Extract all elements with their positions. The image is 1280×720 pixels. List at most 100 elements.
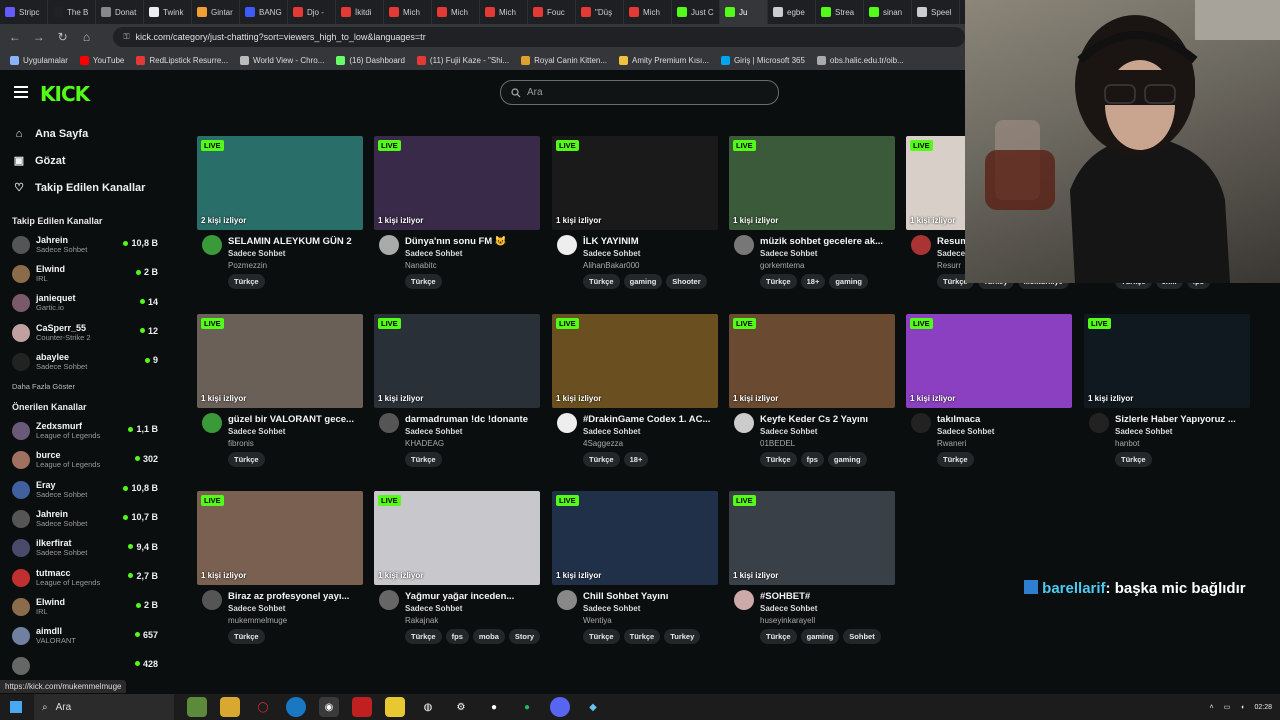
avatar[interactable]: [911, 235, 931, 255]
streamer-name[interactable]: Nanabitc: [405, 261, 437, 270]
avatar[interactable]: [734, 590, 754, 610]
tag-chip[interactable]: Türkçe: [405, 629, 442, 644]
game-app-icon[interactable]: [187, 697, 207, 717]
browser-tab[interactable]: Just C: [672, 0, 720, 24]
tag-chip[interactable]: Türkçe: [623, 629, 661, 644]
stream-card[interactable]: LIVE 2 kişi izliyor SELAMIN ALEYKUM GÜN 2S…: [197, 136, 363, 290]
tag-chip[interactable]: gaming: [623, 274, 663, 289]
tag-chip[interactable]: fps: [445, 629, 469, 644]
bookmark-item[interactable]: (11) Fujii Kaze - "Shi...: [416, 55, 509, 65]
browser-tab[interactable]: Fouc: [528, 0, 576, 24]
stream-title[interactable]: SELAMIN ALEYKUM GÜN 2: [228, 236, 361, 247]
tag-chip[interactable]: Shooter: [666, 274, 707, 289]
stream-title[interactable]: Chill Sohbet Yayını: [583, 591, 716, 602]
notes-icon[interactable]: [385, 697, 405, 717]
stream-category[interactable]: Sadece Sohbet: [228, 604, 285, 613]
bookmark-item[interactable]: Amity Premium Kısı...: [619, 55, 709, 65]
taskbar-search[interactable]: ⌕ Ara: [34, 694, 174, 720]
sidebar-channel[interactable]: burce League of Legends 302: [0, 446, 170, 475]
bookmark-item[interactable]: Giriş | Microsoft 365: [720, 55, 805, 65]
streamer-name[interactable]: 01BEDEL: [760, 439, 795, 448]
kick-logo[interactable]: KICK: [40, 82, 90, 106]
tag-chip[interactable]: Türkçe: [405, 452, 442, 467]
network-icon[interactable]: ▭: [1224, 703, 1231, 711]
stream-category[interactable]: Sadece Sohbet: [228, 249, 285, 258]
tag-chip[interactable]: Türkçe: [760, 274, 797, 289]
stream-card[interactable]: LIVE 1 kişi izliyor Dünya'nın sonu FM 😺 Sad…: [374, 136, 540, 290]
tag-chip[interactable]: Türkçe: [583, 274, 620, 289]
browser-tab[interactable]: Twink: [144, 0, 192, 24]
url-field[interactable]: ⚿ kick.com/category/just-chatting?sort=v…: [113, 27, 965, 47]
browser-tab[interactable]: Mich: [624, 0, 672, 24]
streamer-name[interactable]: mukemmelmuge: [228, 616, 287, 625]
browser-tab[interactable]: sinan: [864, 0, 912, 24]
stream-card[interactable]: LIVE 1 kişi izliyor #DrakinGame Codex 1. A…: [552, 314, 718, 468]
avatar[interactable]: [379, 235, 399, 255]
stream-title[interactable]: darmadruman !dc !donante: [405, 414, 538, 425]
stream-card[interactable]: LIVE 1 kişi izliyor Sizlerle Haber Yapıyor…: [1084, 314, 1250, 468]
bookmark-item[interactable]: Royal Canin Kitten...: [521, 55, 607, 65]
stream-title[interactable]: Keyfe Keder Cs 2 Yayını: [760, 414, 893, 425]
tag-chip[interactable]: fps: [800, 452, 824, 467]
stream-card[interactable]: LIVE 1 kişi izliyor Chill Sohbet Yayını Sad…: [552, 491, 718, 645]
avatar[interactable]: [202, 590, 222, 610]
tag-chip[interactable]: gaming: [800, 629, 840, 644]
stream-category[interactable]: Sadece Sohbet: [760, 604, 817, 613]
streamer-name[interactable]: KHADEAG: [405, 439, 444, 448]
tag-chip[interactable]: Turkey: [664, 629, 701, 644]
streamer-name[interactable]: huseyinkarayell: [760, 616, 815, 625]
tag-chip[interactable]: Türkçe: [583, 629, 620, 644]
nav-browse[interactable]: ▣ Gözat: [0, 147, 170, 174]
opera-icon[interactable]: ◯: [253, 697, 273, 717]
avatar[interactable]: [202, 235, 222, 255]
sidebar-channel[interactable]: Elwind IRL 2 B: [0, 259, 170, 288]
stream-thumbnail[interactable]: LIVE 1 kişi izliyor: [552, 491, 718, 585]
recorder-icon[interactable]: [352, 697, 372, 717]
stream-thumbnail[interactable]: LIVE 1 kişi izliyor: [197, 491, 363, 585]
browser-tab[interactable]: "Düş: [576, 0, 624, 24]
sidebar-channel[interactable]: Jahrein Sadece Sohbet 10,7 B: [0, 504, 170, 533]
stream-card[interactable]: LIVE 1 kişi izliyor müzik sohbet gecelere …: [729, 136, 895, 290]
stream-thumbnail[interactable]: LIVE 1 kişi izliyor: [552, 136, 718, 230]
tag-chip[interactable]: Türkçe: [405, 274, 442, 289]
streamer-name[interactable]: 4Saggezza: [583, 439, 623, 448]
streamer-name[interactable]: Wentiya: [583, 616, 612, 625]
streamer-name[interactable]: Resurr: [937, 261, 961, 270]
stream-thumbnail[interactable]: LIVE 1 kişi izliyor: [729, 491, 895, 585]
browser-tab[interactable]: egbe: [768, 0, 816, 24]
chrome-icon[interactable]: ◉: [319, 697, 339, 717]
tag-chip[interactable]: Türkçe: [760, 629, 797, 644]
stream-thumbnail[interactable]: LIVE 1 kişi izliyor: [374, 491, 540, 585]
avatar[interactable]: [557, 590, 577, 610]
settings-gear-icon[interactable]: ⚙: [451, 697, 471, 717]
avatar[interactable]: [911, 413, 931, 433]
avatar[interactable]: [734, 235, 754, 255]
tag-chip[interactable]: Sohbet: [843, 629, 881, 644]
browser-tab[interactable]: BANG: [240, 0, 288, 24]
site-info-icon[interactable]: ⚿: [123, 32, 129, 42]
streamer-name[interactable]: hanbot: [1115, 439, 1139, 448]
stream-title[interactable]: Biraz az profesyonel yayı...: [228, 591, 361, 602]
sidebar-channel[interactable]: ilkerfirat Sadece Sohbet 9,4 B: [0, 534, 170, 563]
sidebar-channel[interactable]: Zedxsmurf League of Legends 1,1 B: [0, 416, 170, 445]
stream-title[interactable]: güzel bir VALORANT gece...: [228, 414, 361, 425]
stream-thumbnail[interactable]: LIVE 1 kişi izliyor: [1084, 314, 1250, 408]
stream-thumbnail[interactable]: LIVE 1 kişi izliyor: [197, 314, 363, 408]
spotify-icon[interactable]: ●: [517, 697, 537, 717]
bookmark-item[interactable]: YouTube: [79, 55, 124, 65]
bookmark-item[interactable]: World View - Chro...: [240, 55, 324, 65]
sidebar-channel[interactable]: Elwind IRL 2 B: [0, 592, 170, 621]
tag-chip[interactable]: Türkçe: [937, 452, 974, 467]
browser-tab[interactable]: The B: [48, 0, 96, 24]
avatar[interactable]: [1089, 413, 1109, 433]
steam-icon[interactable]: ◆: [583, 697, 603, 717]
streamer-name[interactable]: fibronis: [228, 439, 254, 448]
sidebar-channel[interactable]: Jahrein Sadece Sohbet 10,8 B: [0, 230, 170, 259]
tag-chip[interactable]: gaming: [827, 452, 867, 467]
show-more-link[interactable]: Daha Fazla Göster: [0, 376, 170, 398]
stream-card[interactable]: LIVE 1 kişi izliyor İLK YAYINIM Sadece Sohb…: [552, 136, 718, 290]
stream-category[interactable]: Sadece Sohbet: [405, 249, 462, 258]
browser-tab[interactable]: Strea: [816, 0, 864, 24]
stream-card[interactable]: LIVE 1 kişi izliyor takılmaca Sadece Sohbet…: [906, 314, 1072, 468]
tag-chip[interactable]: moba: [472, 629, 505, 644]
